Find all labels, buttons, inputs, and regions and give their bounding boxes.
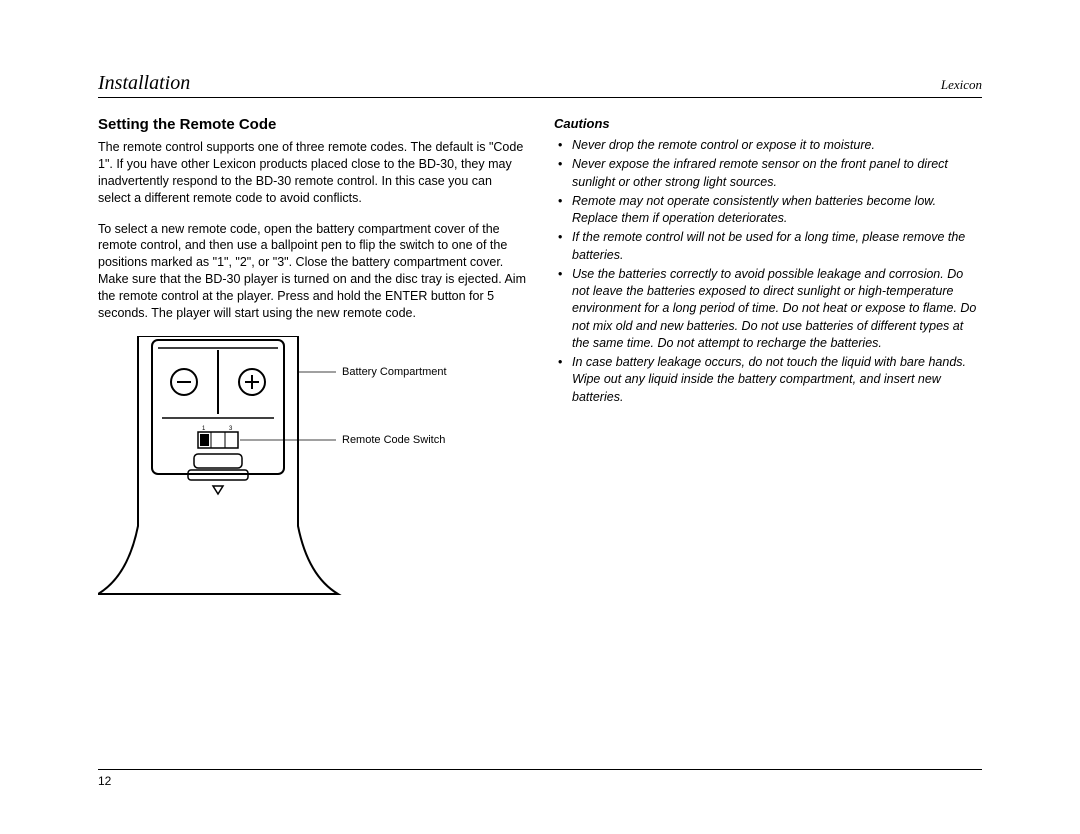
brand-name: Lexicon (941, 77, 982, 93)
cautions-heading: Cautions (554, 116, 982, 131)
section-title: Installation (98, 72, 190, 95)
page-header: Installation Lexicon (98, 72, 982, 98)
left-column: Setting the Remote Code The remote contr… (98, 116, 526, 616)
caution-item: Use the batteries correctly to avoid pos… (554, 266, 982, 352)
cautions-list: Never drop the remote control or expose … (554, 137, 982, 406)
caution-item: If the remote control will not be used f… (554, 229, 982, 264)
remote-code-intro: The remote control supports one of three… (98, 139, 526, 207)
callout-remote-code-switch: Remote Code Switch (342, 434, 445, 446)
right-column: Cautions Never drop the remote control o… (554, 116, 982, 616)
remote-code-procedure: To select a new remote code, open the ba… (98, 221, 526, 322)
remote-figure: 1 3 Battery Compartment Remote Code Swit… (98, 336, 528, 616)
svg-text:3: 3 (229, 426, 233, 432)
callout-battery-compartment: Battery Compartment (342, 366, 447, 378)
caution-item: Never expose the infrared remote sensor … (554, 156, 982, 191)
remote-illustration: 1 3 (98, 336, 528, 616)
svg-text:1: 1 (202, 426, 206, 432)
left-heading: Setting the Remote Code (98, 116, 526, 133)
caution-item: Remote may not operate consistently when… (554, 193, 982, 228)
page-number: 12 (98, 769, 982, 788)
caution-item: In case battery leakage occurs, do not t… (554, 354, 982, 406)
caution-item: Never drop the remote control or expose … (554, 137, 982, 154)
